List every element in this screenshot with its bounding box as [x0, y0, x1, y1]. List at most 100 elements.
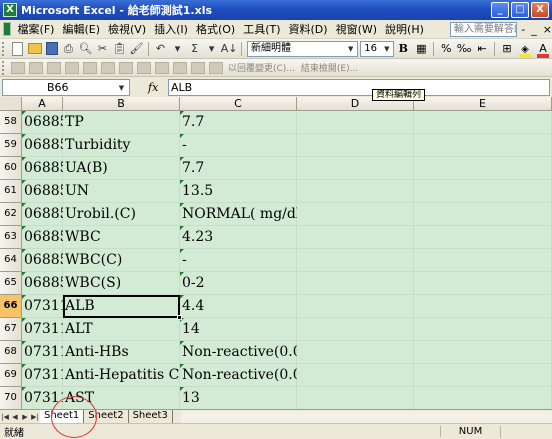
sort-ascending-icon[interactable]: A↓ [221, 41, 238, 57]
excel-app-icon[interactable]: X [3, 3, 17, 17]
review-icon-11[interactable] [191, 61, 205, 74]
cell-d[interactable] [297, 111, 414, 134]
review-icon-4[interactable] [65, 61, 79, 74]
sheet-tab-sheet3[interactable]: Sheet3 [129, 410, 173, 423]
cell-c[interactable]: 7.7 [180, 157, 297, 180]
cell-c[interactable]: 13.5 [180, 180, 297, 203]
cell-e[interactable] [414, 226, 552, 249]
row-header[interactable]: 62 [0, 203, 22, 226]
name-box[interactable]: B66 ▼ [2, 78, 130, 96]
close-button[interactable]: X [531, 2, 549, 18]
toolbar-grip[interactable] [2, 41, 6, 56]
review-icon-2[interactable] [29, 61, 43, 74]
review-icon-3[interactable] [47, 61, 61, 74]
column-header-e[interactable]: E [414, 97, 552, 111]
cell-a[interactable]: 06885 [22, 111, 69, 134]
row-header[interactable]: 69 [0, 364, 22, 387]
cell-b[interactable]: Anti-HBs [63, 341, 180, 364]
row-header[interactable]: 68 [0, 341, 22, 364]
cell-e[interactable] [414, 249, 552, 272]
cell-c[interactable]: 14 [180, 318, 297, 341]
maximize-button[interactable]: □ [511, 2, 529, 18]
percent-style-button[interactable]: % [438, 41, 454, 57]
merge-center-icon[interactable]: ▦ [413, 41, 429, 57]
cell-d[interactable] [297, 318, 414, 341]
cell-b[interactable]: UN [63, 180, 180, 203]
chevron-down-icon[interactable]: ▼ [116, 82, 127, 94]
toolbar-grip[interactable] [2, 60, 6, 75]
fill-handle[interactable] [177, 315, 182, 320]
menu-file[interactable]: 檔案(F) [14, 21, 59, 37]
cell-c[interactable]: 13 [180, 387, 297, 409]
cell-b[interactable]: Urobil.(C) [63, 203, 180, 226]
workbook-minimize-button[interactable]: - [521, 23, 525, 36]
review-icon-8[interactable] [137, 61, 151, 74]
workbook-icon[interactable] [3, 22, 11, 36]
cell-c[interactable]: Non-reactive(0.0) [180, 341, 307, 364]
cell-d[interactable] [297, 249, 414, 272]
cell-e[interactable] [414, 318, 552, 341]
print-icon[interactable]: ⎙ [61, 41, 76, 57]
menu-view[interactable]: 檢視(V) [104, 21, 150, 37]
cell-d[interactable] [297, 387, 414, 409]
cell-a[interactable]: 06885 [22, 249, 69, 272]
cell-c[interactable]: Non-reactive(0.06) [180, 364, 316, 387]
cell-b[interactable]: TP [63, 111, 180, 134]
cut-icon[interactable]: ✂ [95, 41, 110, 57]
new-document-icon[interactable] [11, 41, 24, 56]
reply-with-changes-button[interactable]: 以回覆變更(C)... [228, 61, 295, 74]
cell-b[interactable]: ALB [63, 295, 182, 320]
font-color-icon[interactable]: A [535, 41, 551, 58]
cell-e[interactable] [414, 341, 552, 364]
cell-d[interactable] [297, 134, 414, 157]
row-header[interactable]: 63 [0, 226, 22, 249]
review-icon-5[interactable] [83, 61, 97, 74]
cell-b[interactable]: WBC(C) [63, 249, 180, 272]
cell-a[interactable]: 07311 [22, 364, 69, 387]
cell-a[interactable]: 06885 [22, 134, 69, 157]
worksheet-grid[interactable]: A B C D E 58 06885 TP 7.7 59 06885 Turbidity -6… [0, 97, 552, 409]
autosum-dropdown-icon[interactable]: ▾ [204, 41, 219, 57]
insert-function-icon[interactable]: fx [148, 81, 168, 94]
cell-c[interactable]: NORMAL( mg/dl) [180, 203, 306, 226]
cell-c[interactable]: 0-2 [180, 272, 297, 295]
fill-color-icon[interactable]: ◈ [517, 41, 533, 58]
format-painter-icon[interactable]: 🖌︎ [129, 41, 144, 57]
font-name-select[interactable]: 新細明體 ▼ [247, 40, 359, 57]
row-header[interactable]: 64 [0, 249, 22, 272]
cell-c[interactable]: - [180, 134, 297, 157]
bold-button[interactable]: B [395, 41, 411, 57]
cell-d[interactable] [297, 226, 414, 249]
cell-b[interactable]: ALT [63, 318, 180, 341]
comma-style-button[interactable]: ‰ [456, 41, 472, 57]
cell-b[interactable]: Turbidity [63, 134, 180, 157]
cell-b[interactable]: UA(B) [63, 157, 180, 180]
print-preview-icon[interactable]: 🔍︎ [78, 41, 93, 57]
review-icon-6[interactable] [101, 61, 115, 74]
minimize-button[interactable]: _ [491, 2, 509, 18]
menu-insert[interactable]: 插入(I) [150, 21, 192, 37]
cell-c[interactable]: 4.4 [180, 295, 297, 318]
cell-d[interactable] [297, 203, 414, 226]
row-header[interactable]: 61 [0, 180, 22, 203]
cell-e[interactable] [414, 364, 552, 387]
row-header[interactable]: 65 [0, 272, 22, 295]
row-header[interactable]: 60 [0, 157, 22, 180]
menu-data[interactable]: 資料(D) [285, 21, 332, 37]
cell-e[interactable] [414, 111, 552, 134]
open-folder-icon[interactable] [28, 43, 42, 54]
chevron-down-icon[interactable]: ▼ [381, 43, 392, 55]
cell-e[interactable] [414, 180, 552, 203]
cell-e[interactable] [414, 295, 552, 318]
borders-icon[interactable]: ⊞ [499, 41, 515, 57]
help-search-input[interactable]: 輸入需要解答的問題 [449, 21, 518, 37]
review-icon-9[interactable] [155, 61, 169, 74]
row-header[interactable]: 58 [0, 111, 22, 134]
font-size-select[interactable]: 16 ▼ [360, 40, 395, 57]
workbook-restore-button[interactable]: _ [531, 23, 537, 36]
row-header[interactable]: 67 [0, 318, 22, 341]
column-header-b[interactable]: B [63, 97, 180, 111]
autosum-icon[interactable]: Σ [187, 41, 202, 57]
cell-b[interactable]: WBC [63, 226, 180, 249]
horizontal-scrollbar[interactable] [180, 410, 552, 423]
